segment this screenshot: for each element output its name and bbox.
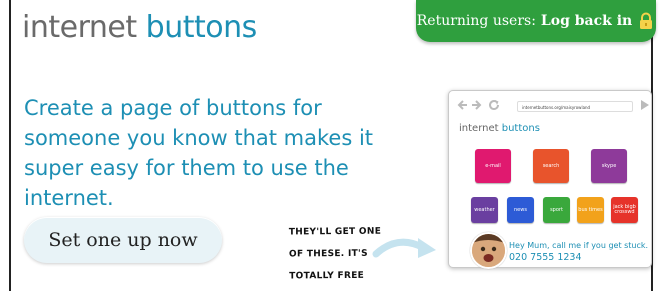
preview-button-skype: skype [591, 149, 627, 183]
preview-logo-word-internet: internet [459, 123, 499, 134]
back-arrow-icon [457, 100, 467, 110]
login-button[interactable]: Returning users: Log back in [416, 0, 656, 42]
preview-url-field: internetbuttons.org/maisyrowland [517, 101, 633, 112]
preview-browser-bar: internetbuttons.org/maisyrowland [455, 97, 649, 115]
curved-arrow-icon [372, 238, 436, 258]
avatar [470, 232, 507, 269]
refresh-icon [489, 100, 500, 111]
preview-phone: 020 7555 1234 [509, 252, 582, 263]
preview-button-bus-times: bus times [577, 197, 604, 223]
preview-button-crossword: jack bigb crosswd [611, 197, 638, 223]
preview-card: internetbuttons.org/maisyrowland interne… [448, 90, 652, 269]
set-one-up-button[interactable]: Set one up now [24, 217, 222, 263]
preview-logo: internet buttons [459, 123, 540, 134]
lock-icon [640, 12, 653, 29]
preview-button-email: e-mail [475, 149, 511, 183]
preview-logo-word-buttons: buttons [501, 123, 540, 134]
preview-button-search: search [533, 149, 569, 183]
site-logo[interactable]: internet buttons [22, 10, 257, 45]
preview-button-weather: weather [471, 197, 498, 223]
hero-headline: Create a page of buttons for someone you… [24, 96, 374, 210]
login-prefix: Returning users: [416, 13, 536, 29]
logo-word-buttons: buttons [145, 10, 258, 45]
preview-button-news: news [507, 197, 534, 223]
preview-message: Hey Mum, call me if you get stuck. 020 7… [509, 240, 651, 263]
play-icon [641, 100, 649, 110]
logo-word-internet: internet [22, 10, 137, 45]
preview-message-line: Hey Mum, call me if you get stuck. [509, 241, 649, 250]
face-icon [472, 234, 505, 267]
preview-button-sport: sport [543, 197, 570, 223]
login-action: Log back in [540, 13, 633, 29]
forward-arrow-icon [472, 100, 482, 110]
